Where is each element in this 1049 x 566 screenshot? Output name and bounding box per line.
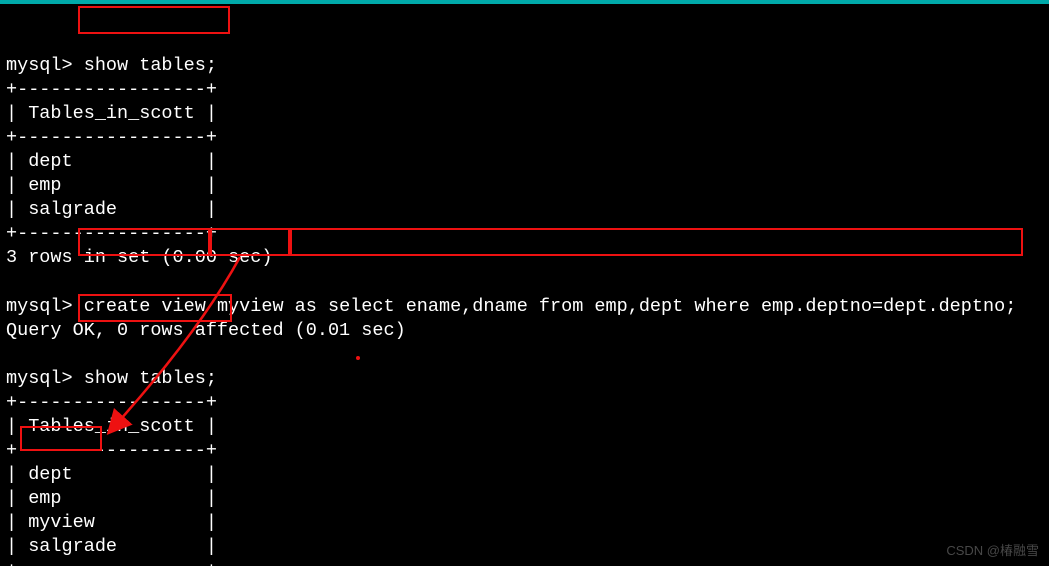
out-15: | myview | [6, 512, 217, 533]
highlight-box-4 [290, 228, 1023, 256]
prompt-1: mysql> [6, 55, 84, 76]
out-1: +-----------------+ [6, 79, 217, 100]
title-bar [0, 0, 1049, 4]
out-14: | emp | [6, 488, 217, 509]
out-3: +-----------------+ [6, 127, 217, 148]
cmd-2a[interactable]: create view [84, 296, 217, 317]
out-13: | dept | [6, 464, 217, 485]
cmd-2c[interactable]: as select ename,dname from emp,dept wher… [295, 296, 1017, 317]
out-10: +-----------------+ [6, 392, 217, 413]
cmd-1[interactable]: show tables; [84, 55, 217, 76]
out-16: | salgrade | [6, 536, 217, 557]
out-4: | dept | [6, 151, 217, 172]
out-7: +-----------------+ [6, 223, 217, 244]
cmd-2b[interactable]: myview [217, 296, 295, 317]
out-6: | salgrade | [6, 199, 217, 220]
watermark: CSDN @椿融雪 [946, 543, 1039, 560]
prompt-2: mysql> [6, 296, 84, 317]
out-2: | Tables_in_scott | [6, 103, 217, 124]
out-11: | Tables_in_scott | [6, 416, 217, 437]
prompt-3: mysql> [6, 368, 84, 389]
out-12: +-----------------+ [6, 440, 217, 461]
terminal-window[interactable]: mysql> show tables; +-----------------+ … [0, 0, 1049, 566]
out-9: Query OK, 0 rows affected (0.01 sec) [6, 320, 406, 341]
red-dot [356, 356, 360, 360]
out-5: | emp | [6, 175, 217, 196]
cmd-3[interactable]: show tables; [84, 368, 217, 389]
out-8: 3 rows in set (0.00 sec) [6, 247, 272, 268]
highlight-box-1 [78, 6, 230, 34]
out-17: +-----------------+ [6, 560, 217, 566]
